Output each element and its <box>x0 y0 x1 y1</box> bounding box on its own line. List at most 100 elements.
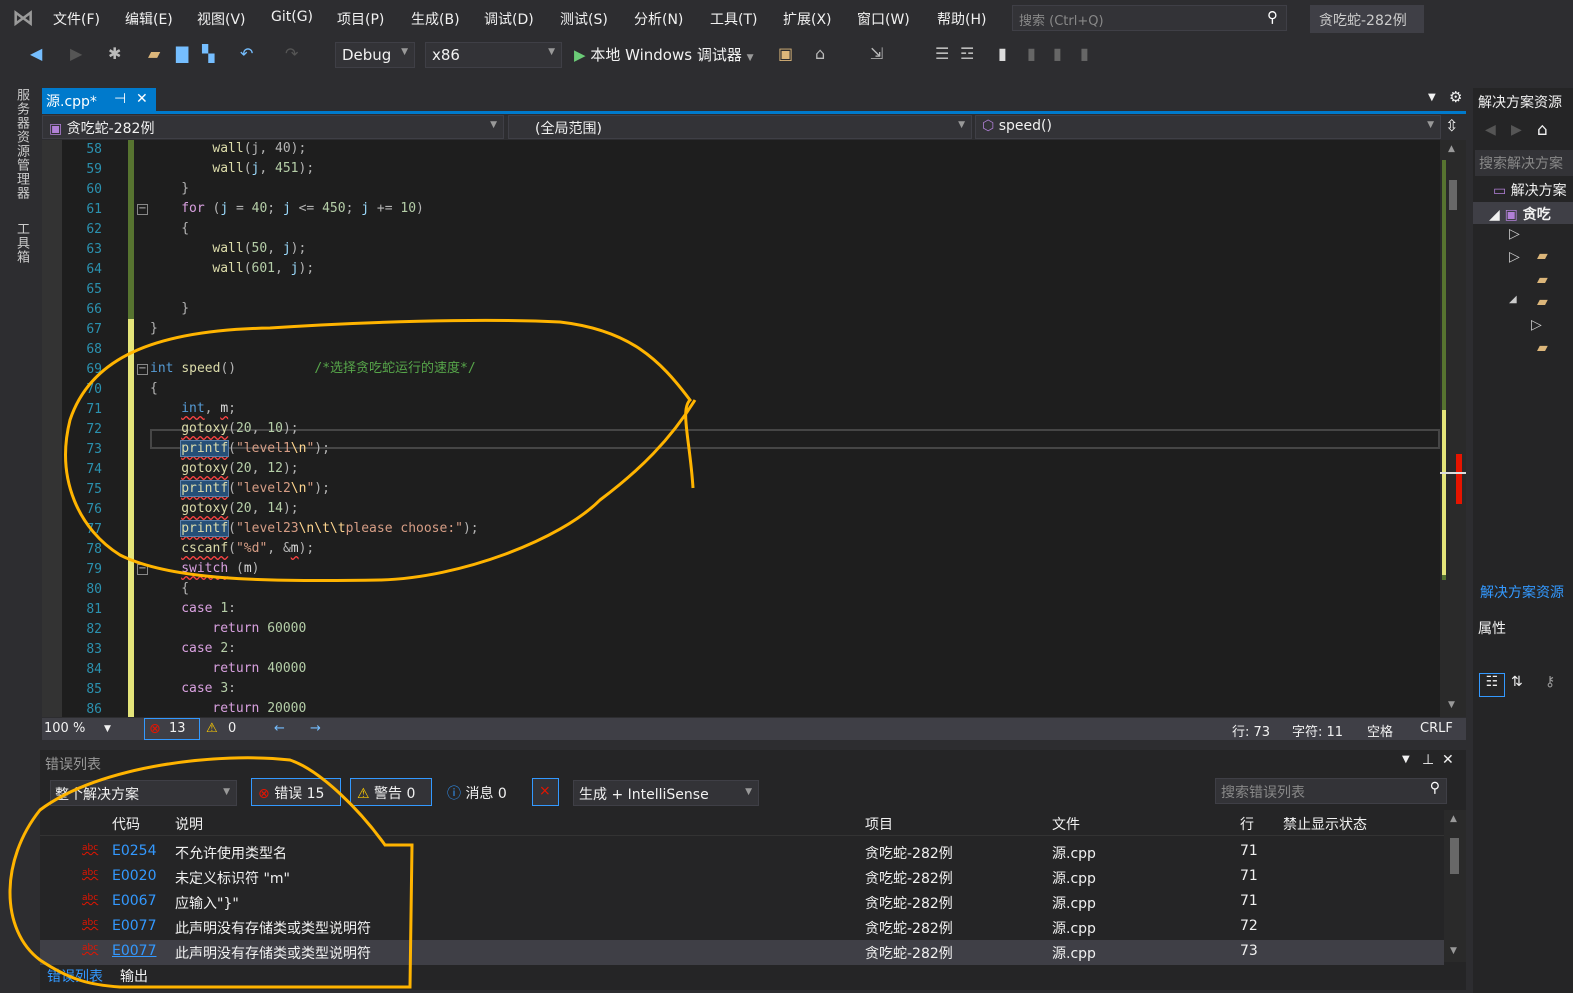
column-suppression[interactable]: 禁止显示状态 <box>1283 814 1367 834</box>
code-line[interactable]: { <box>181 219 189 239</box>
code-line[interactable]: for (j = 40; j <= 450; j += 10) <box>181 199 424 219</box>
menu-item[interactable]: 编辑(E) <box>125 9 173 29</box>
code-line[interactable]: int speed() /*选择贪吃蛇运行的速度*/ <box>150 359 476 379</box>
project-nav-dropdown[interactable]: ▣ 贪吃蛇-282例 ▼ <box>42 115 504 139</box>
tab-list-chevron-icon[interactable]: ▼ <box>1428 92 1436 103</box>
find-in-files-icon[interactable]: ▣ <box>778 44 793 63</box>
step-icon[interactable]: ⇲ <box>870 44 883 63</box>
code-line[interactable]: return 60000 <box>212 619 306 639</box>
forward-icon[interactable]: ▶ <box>1511 122 1522 138</box>
clear-filter-button[interactable]: ⨯ <box>532 778 559 806</box>
home-icon[interactable]: ⌂ <box>1537 120 1548 140</box>
bookmark-icon[interactable]: ▮ <box>998 44 1007 63</box>
error-search-input[interactable]: 搜索错误列表 ⚲ <box>1215 778 1447 804</box>
alphabetical-icon[interactable]: ⇅ <box>1511 674 1523 690</box>
column-project[interactable]: 项目 <box>865 814 893 834</box>
error-code[interactable]: E0077 <box>112 918 156 934</box>
server-explorer-tab[interactable]: 服务器资源管理器 <box>12 88 31 200</box>
fold-toggle-icon[interactable]: − <box>137 564 148 575</box>
code-editor[interactable]: 58 wall(j, 40); 59 wall(j, 451); 60} 61− for (… <box>42 140 1440 717</box>
panel-menu-icon[interactable]: ▼ <box>1402 754 1410 765</box>
next-issue-icon[interactable]: → <box>310 721 321 736</box>
whitespace-indicator[interactable]: 空格 <box>1367 721 1393 740</box>
error-row[interactable]: abc E0067 应输入"}" 贪吃蛇-282例 源.cpp 71 <box>40 890 1444 915</box>
new-project-icon[interactable]: ✱ <box>108 44 121 63</box>
search-input[interactable]: 搜索 (Ctrl+Q) ⚲ <box>1012 5 1287 31</box>
solution-search-input[interactable]: 搜索解决方案 <box>1475 150 1573 176</box>
code-line[interactable]: gotoxy(20, 14); <box>181 499 298 519</box>
close-icon[interactable]: ✕ <box>136 91 148 107</box>
code-line[interactable]: printf("level2\n"); <box>180 479 330 499</box>
error-row[interactable]: abc E0077 此声明没有存储类或类型说明符 贪吃蛇-282例 源.cpp 73 <box>40 940 1444 965</box>
errors-filter-button[interactable]: ⊗ 错误 15 <box>251 778 341 806</box>
member-nav-dropdown[interactable]: ⬡ speed() ▼ <box>975 115 1441 139</box>
code-line[interactable]: gotoxy(20, 12); <box>181 459 298 479</box>
menu-item[interactable]: 文件(F) <box>53 9 100 29</box>
error-code[interactable]: E0254 <box>112 843 156 859</box>
error-code[interactable]: E0020 <box>112 868 156 884</box>
code-line[interactable]: gotoxy(20, 10); <box>181 419 298 439</box>
editor-scrollbar[interactable]: ▲ ▼ <box>1440 140 1466 717</box>
scroll-up-icon[interactable]: ▲ <box>1448 144 1455 154</box>
config-dropdown[interactable]: Debug ▼ <box>335 42 415 68</box>
code-line[interactable]: wall(601, j); <box>212 259 314 279</box>
home-icon[interactable]: ⌂ <box>815 44 825 63</box>
back-icon[interactable]: ◀ <box>30 44 42 63</box>
code-line[interactable]: case 3: <box>181 679 236 699</box>
source-dropdown[interactable]: 生成 + IntelliSense ▼ <box>573 780 759 806</box>
menu-item[interactable]: 调试(D) <box>484 9 534 29</box>
menu-item[interactable]: 测试(S) <box>560 9 608 29</box>
error-row[interactable]: abc E0254 不允许使用类型名 贪吃蛇-282例 源.cpp 71 <box>40 840 1444 865</box>
tree-item-project[interactable]: ◢ ▣ 贪吃 <box>1473 202 1573 224</box>
pin-icon[interactable]: ⊥ <box>1422 752 1434 768</box>
expand-icon[interactable]: ▷ <box>1509 226 1520 242</box>
scope-nav-dropdown[interactable]: (全局范围) ▼ <box>508 115 972 139</box>
tab-solution-explorer[interactable]: 解决方案资源 <box>1480 582 1564 602</box>
error-code[interactable]: E0067 <box>112 893 156 909</box>
code-line[interactable]: } <box>150 319 158 339</box>
gear-icon[interactable]: ⚙ <box>1449 88 1462 106</box>
menu-item[interactable]: 视图(V) <box>197 9 246 29</box>
tab-source-cpp[interactable]: 源.cpp* ⊣ ✕ <box>42 88 156 112</box>
close-icon[interactable]: ✕ <box>1442 752 1454 768</box>
forward-icon[interactable]: ▶ <box>70 44 82 63</box>
save-icon[interactable]: ▇ <box>176 44 188 63</box>
tab-error-list[interactable]: 错误列表 <box>47 966 103 986</box>
platform-dropdown[interactable]: x86 ▼ <box>425 42 562 68</box>
uncomment-icon[interactable]: ☲ <box>960 44 974 63</box>
error-code[interactable]: E0077 <box>112 943 156 959</box>
clear-bookmarks-icon[interactable]: ▮ <box>1080 44 1089 63</box>
code-line[interactable]: case 1: <box>181 599 236 619</box>
error-row[interactable]: abc E0020 未定义标识符 "m" 贪吃蛇-282例 源.cpp 71 <box>40 865 1444 890</box>
zoom-dropdown[interactable]: 100 % <box>44 721 85 736</box>
next-bookmark-icon[interactable]: ▮ <box>1053 44 1062 63</box>
code-line[interactable]: case 2: <box>181 639 236 659</box>
code-line[interactable]: { <box>181 579 189 599</box>
column-description[interactable]: 说明 <box>175 814 203 834</box>
tree-item-solution[interactable]: ▭ 解决方案 <box>1493 180 1567 200</box>
prev-bookmark-icon[interactable]: ▮ <box>1027 44 1036 63</box>
fold-toggle-icon[interactable]: − <box>137 364 148 375</box>
messages-filter-button[interactable]: ⓘ 消息 0 <box>440 778 520 806</box>
code-line[interactable]: wall(j, 451); <box>212 159 314 179</box>
split-icon[interactable]: ⇳ <box>1445 116 1458 135</box>
error-row[interactable]: abc E0077 此声明没有存储类或类型说明符 贪吃蛇-282例 源.cpp 72 <box>40 915 1444 940</box>
code-line[interactable]: int, m; <box>181 399 236 419</box>
menu-item[interactable]: 项目(P) <box>337 9 384 29</box>
warnings-filter-button[interactable]: ⚠ 警告 0 <box>350 778 432 806</box>
code-line[interactable]: wall(50, j); <box>212 239 306 259</box>
menu-item[interactable]: 帮助(H) <box>937 9 986 29</box>
expand-icon[interactable]: ▷ <box>1509 249 1520 265</box>
menu-item[interactable]: Git(G) <box>271 9 313 25</box>
redo-icon[interactable]: ↷ <box>285 44 298 63</box>
menu-item[interactable]: 分析(N) <box>634 9 683 29</box>
fold-toggle-icon[interactable]: − <box>137 204 148 215</box>
code-line[interactable]: return 40000 <box>212 659 306 679</box>
errors-indicator[interactable]: ⊗ 13 <box>144 718 200 740</box>
column-file[interactable]: 文件 <box>1052 814 1080 834</box>
save-all-icon[interactable]: ▚ <box>202 44 214 63</box>
code-line[interactable]: cscanf("%d", &m); <box>181 539 314 559</box>
collapse-icon[interactable]: ◢ <box>1509 294 1517 305</box>
categorized-icon[interactable]: ☷ <box>1479 673 1505 697</box>
scroll-down-icon[interactable]: ▼ <box>1448 700 1455 710</box>
